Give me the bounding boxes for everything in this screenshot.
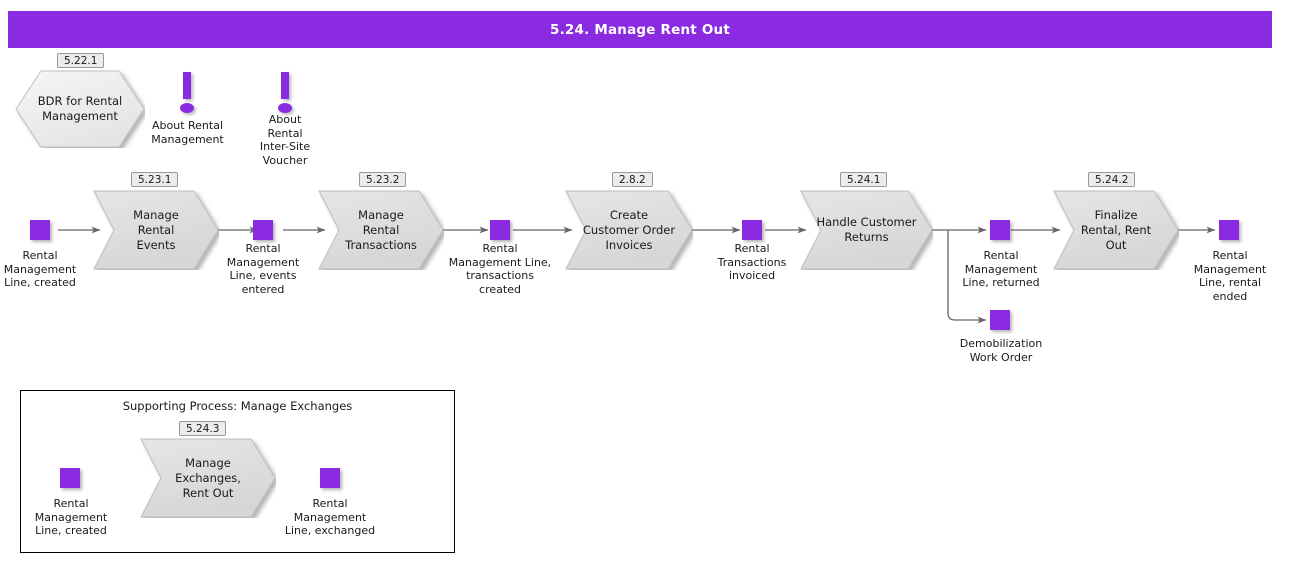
dataobject-rental-management-line-created[interactable] <box>30 220 50 240</box>
process-manage-rental-transactions[interactable]: Manage Rental Transactions <box>318 190 444 270</box>
dataobject-sub-rental-management-line-created[interactable] <box>60 468 80 488</box>
process-create-customer-order-invoices[interactable]: Create Customer Order Invoices <box>565 190 693 270</box>
dataobject-rental-management-line-events-entered[interactable] <box>253 220 273 240</box>
exclamation-icon-about-rental-inter-site-voucher[interactable] <box>278 72 292 114</box>
dataobject-sub-rental-management-line-exchanged[interactable] <box>320 468 340 488</box>
dataobject-rental-management-line-rental-ended[interactable] <box>1219 220 1239 240</box>
objlabel-rental-management-line-transactions-created: Rental Management Line, transactions cre… <box>448 242 552 296</box>
page-title-bar: 5.24. Manage Rent Out <box>8 11 1272 48</box>
exclamation-dot-icon <box>180 103 194 113</box>
objlabel-rental-management-line-rental-ended: Rental Management Line, rental ended <box>1193 249 1267 303</box>
chevron-shape <box>800 190 933 270</box>
exclamation-dot-icon <box>278 103 292 113</box>
note-label-about-rental-inter-site-voucher: About Rental Inter-Site Voucher <box>259 113 311 167</box>
supporting-process-title: Supporting Process: Manage Exchanges <box>122 399 353 413</box>
objlabel-rental-transactions-invoiced: Rental Transactions invoiced <box>717 242 787 282</box>
tag-create-customer-order-invoices: 2.8.2 <box>612 172 653 187</box>
chevron-shape <box>565 190 693 270</box>
objlabel-rental-management-line-created: Rental Management Line, created <box>3 249 77 289</box>
exclamation-icon-about-rental-management[interactable] <box>180 72 194 114</box>
hexagon-bdr-rental-management[interactable]: BDR for Rental Management <box>15 70 145 148</box>
objlabel-sub-rental-management-line-created: Rental Management Line, created <box>34 497 108 537</box>
chevron-shape <box>1053 190 1179 270</box>
process-manage-exchanges-rent-out[interactable]: Manage Exchanges, Rent Out <box>140 438 276 518</box>
objlabel-demobilization-work-order: Demobilization Work Order <box>959 337 1043 364</box>
tag-finalize-rental-rent-out: 5.24.2 <box>1088 172 1136 187</box>
note-label-about-rental-management: About Rental Management <box>151 119 224 146</box>
dataobject-rental-management-line-transactions-created[interactable] <box>490 220 510 240</box>
objlabel-rental-management-line-events-entered: Rental Management Line, events entered <box>226 242 300 296</box>
process-handle-customer-returns[interactable]: Handle Customer Returns <box>800 190 933 270</box>
hexagon-shape <box>15 70 145 148</box>
tag-manage-exchanges-rent-out: 5.24.3 <box>179 421 227 436</box>
exclamation-bar-icon <box>281 72 289 99</box>
tag-manage-rental-transactions: 5.23.2 <box>359 172 407 187</box>
tag-bdr-rental-management: 5.22.1 <box>57 53 105 68</box>
exclamation-bar-icon <box>183 72 191 99</box>
chevron-shape <box>93 190 219 270</box>
dataobject-rental-transactions-invoiced[interactable] <box>742 220 762 240</box>
objlabel-rental-management-line-returned: Rental Management Line, returned <box>962 249 1040 289</box>
dataobject-rental-management-line-returned[interactable] <box>990 220 1010 240</box>
diagram-canvas: 5.24. Manage Rent Out 5.22.1 BDR for Ren… <box>0 0 1291 561</box>
tag-handle-customer-returns: 5.24.1 <box>840 172 888 187</box>
process-manage-rental-events[interactable]: Manage Rental Events <box>93 190 219 270</box>
chevron-shape <box>140 438 276 518</box>
dataobject-demobilization-work-order[interactable] <box>990 310 1010 330</box>
process-finalize-rental-rent-out[interactable]: Finalize Rental, Rent Out <box>1053 190 1179 270</box>
page-title: 5.24. Manage Rent Out <box>550 21 730 38</box>
chevron-shape <box>318 190 444 270</box>
objlabel-sub-rental-management-line-exchanged: Rental Management Line, exchanged <box>284 497 376 537</box>
tag-manage-rental-events: 5.23.1 <box>131 172 179 187</box>
